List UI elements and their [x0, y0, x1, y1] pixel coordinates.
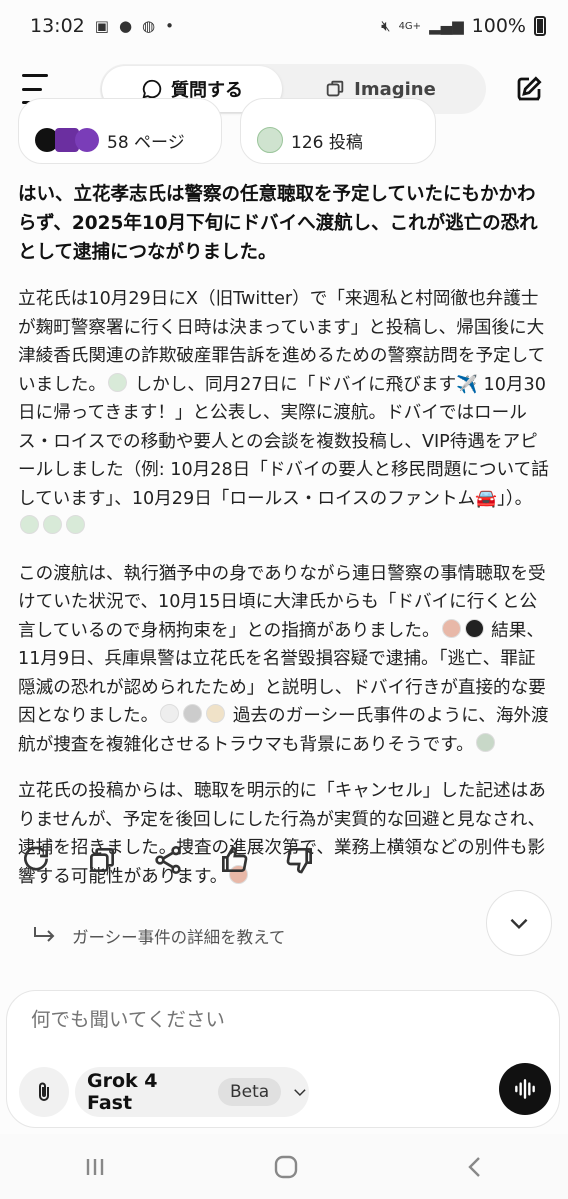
- answer-paragraph-1: 立花氏は10月29日にX（旧Twitter）で「来週私と村岡徹也弁護士が麹町警察…: [18, 285, 550, 542]
- source-chip-posts-label: 126 投稿: [291, 132, 363, 153]
- dot-icon: •: [165, 17, 174, 35]
- citation-avatar-icon[interactable]: [107, 372, 127, 392]
- imagine-icon: [326, 80, 344, 97]
- attach-button[interactable]: [19, 1067, 69, 1117]
- battery-icon: [534, 16, 546, 36]
- home-icon[interactable]: [273, 1154, 299, 1180]
- signal-icon: ▂▄▆: [429, 17, 464, 35]
- voice-mode-button[interactable]: [499, 1063, 551, 1115]
- tab-imagine-label: Imagine: [354, 78, 436, 100]
- battery-percent: 100%: [471, 15, 526, 37]
- source-chips: 58 ページ 126 投稿: [18, 98, 436, 164]
- copy-icon[interactable]: [86, 844, 118, 876]
- thumbs-down-icon[interactable]: [284, 844, 316, 876]
- model-name: Grok 4 Fast: [87, 1070, 158, 1114]
- citation-panda-icon[interactable]: [160, 704, 180, 723]
- answer-headline: はい、立花孝志氏は警察の任意聴取を予定していたにもかかわらず、2025年10月下…: [18, 184, 538, 263]
- location-icon: ●: [118, 17, 133, 35]
- citation-n-icon[interactable]: [464, 618, 484, 638]
- waveform-icon: [515, 1079, 535, 1099]
- gallery-icon: ▣: [94, 17, 109, 35]
- chevron-down-icon: [294, 1089, 306, 1097]
- follow-up-suggestion[interactable]: ガーシー事件の詳細を教えて: [32, 924, 285, 948]
- system-nav-bar: [0, 1134, 568, 1199]
- citation-avatar-icon[interactable]: [441, 618, 461, 638]
- thumbs-up-icon[interactable]: [218, 844, 250, 876]
- composer: Grok 4 Fast Beta: [6, 990, 560, 1128]
- answer-content: はい、立花孝志氏は警察の任意聴取を予定していたにもかかわらず、2025年10月下…: [18, 180, 550, 909]
- beta-badge: Beta: [217, 1078, 282, 1106]
- citation-avatar-icon[interactable]: [475, 732, 495, 752]
- regenerate-icon[interactable]: [20, 844, 52, 876]
- citation-avatar-icon[interactable]: [206, 704, 226, 723]
- chevron-down-icon: [510, 918, 528, 930]
- source-avatar-icon: [75, 128, 99, 152]
- citation-avatar-icon[interactable]: [66, 515, 85, 534]
- mute-icon: 🔇︎: [381, 17, 391, 35]
- reply-arrow-icon: [34, 927, 55, 942]
- follow-up-suggestion-label: ガーシー事件の詳細を教えて: [72, 928, 286, 947]
- citation-skull-icon[interactable]: [183, 704, 203, 723]
- share-icon[interactable]: [152, 844, 184, 876]
- status-bar: 13:02 ▣ ● ◍ • 🔇︎ 4G+ ▂▄▆ 100%: [0, 0, 568, 52]
- recent-apps-icon[interactable]: [82, 1155, 108, 1179]
- user-avatar-icon: [257, 127, 283, 153]
- source-chip-pages[interactable]: 58 ページ: [18, 98, 222, 164]
- status-time: 13:02: [30, 15, 85, 37]
- compose-icon[interactable]: [514, 74, 544, 104]
- answer-actions: [20, 844, 316, 876]
- message-input[interactable]: [29, 1007, 513, 1032]
- back-icon[interactable]: [464, 1155, 486, 1179]
- scroll-down-button[interactable]: [486, 890, 552, 956]
- answer-paragraph-2: この渡航は、執行猶予中の身でありながら連日警察の事情聴取を受けていた状況で、10…: [18, 560, 550, 760]
- globe-icon: ◍: [142, 17, 156, 35]
- citation-avatar-icon[interactable]: [20, 515, 39, 534]
- source-chip-posts[interactable]: 126 投稿: [240, 98, 436, 164]
- paperclip-icon: [39, 1082, 49, 1101]
- citation-avatar-icon[interactable]: [43, 515, 62, 534]
- source-chip-pages-label: 58 ページ: [107, 132, 185, 153]
- network-label: 4G+: [398, 20, 422, 32]
- chat-bubble-icon: [142, 79, 162, 99]
- model-selector[interactable]: Grok 4 Fast Beta: [75, 1067, 309, 1117]
